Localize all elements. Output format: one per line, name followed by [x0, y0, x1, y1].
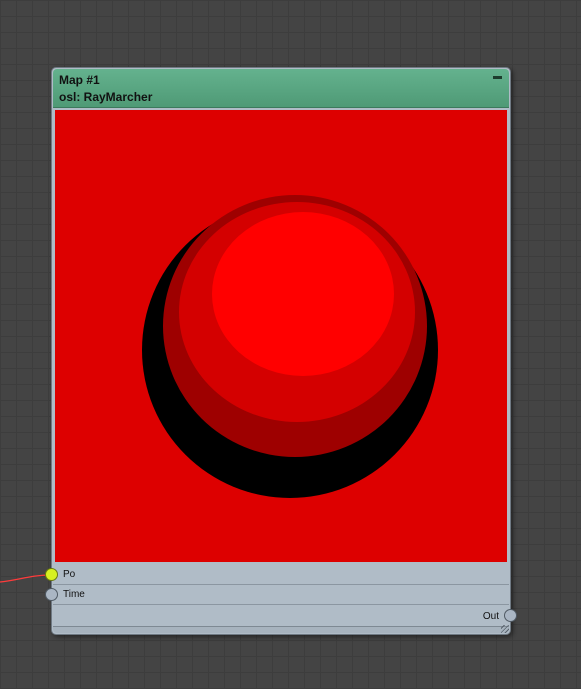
- output-port-out[interactable]: Out: [53, 605, 517, 627]
- node-subtitle: osl: RayMarcher: [59, 90, 153, 104]
- node-header[interactable]: Map #1 osl: RayMarcher: [53, 69, 509, 108]
- out-socket-icon[interactable]: [504, 609, 517, 622]
- input-port-time[interactable]: Time: [45, 585, 509, 605]
- sphere-render-icon: [55, 110, 507, 562]
- po-label: Po: [63, 569, 76, 580]
- render-preview: [55, 110, 507, 562]
- map-node[interactable]: Map #1 osl: RayMarcher Po Time Out: [45, 67, 517, 635]
- time-label: Time: [63, 589, 85, 600]
- minimize-icon[interactable]: [493, 76, 502, 79]
- node-footer: [53, 625, 509, 633]
- time-socket-icon[interactable]: [45, 588, 58, 601]
- out-label: Out: [482, 611, 499, 622]
- resize-grip-icon[interactable]: [501, 625, 509, 633]
- po-socket-icon[interactable]: [45, 568, 58, 581]
- input-port-po[interactable]: Po: [45, 565, 509, 585]
- node-title: Map #1: [59, 73, 100, 87]
